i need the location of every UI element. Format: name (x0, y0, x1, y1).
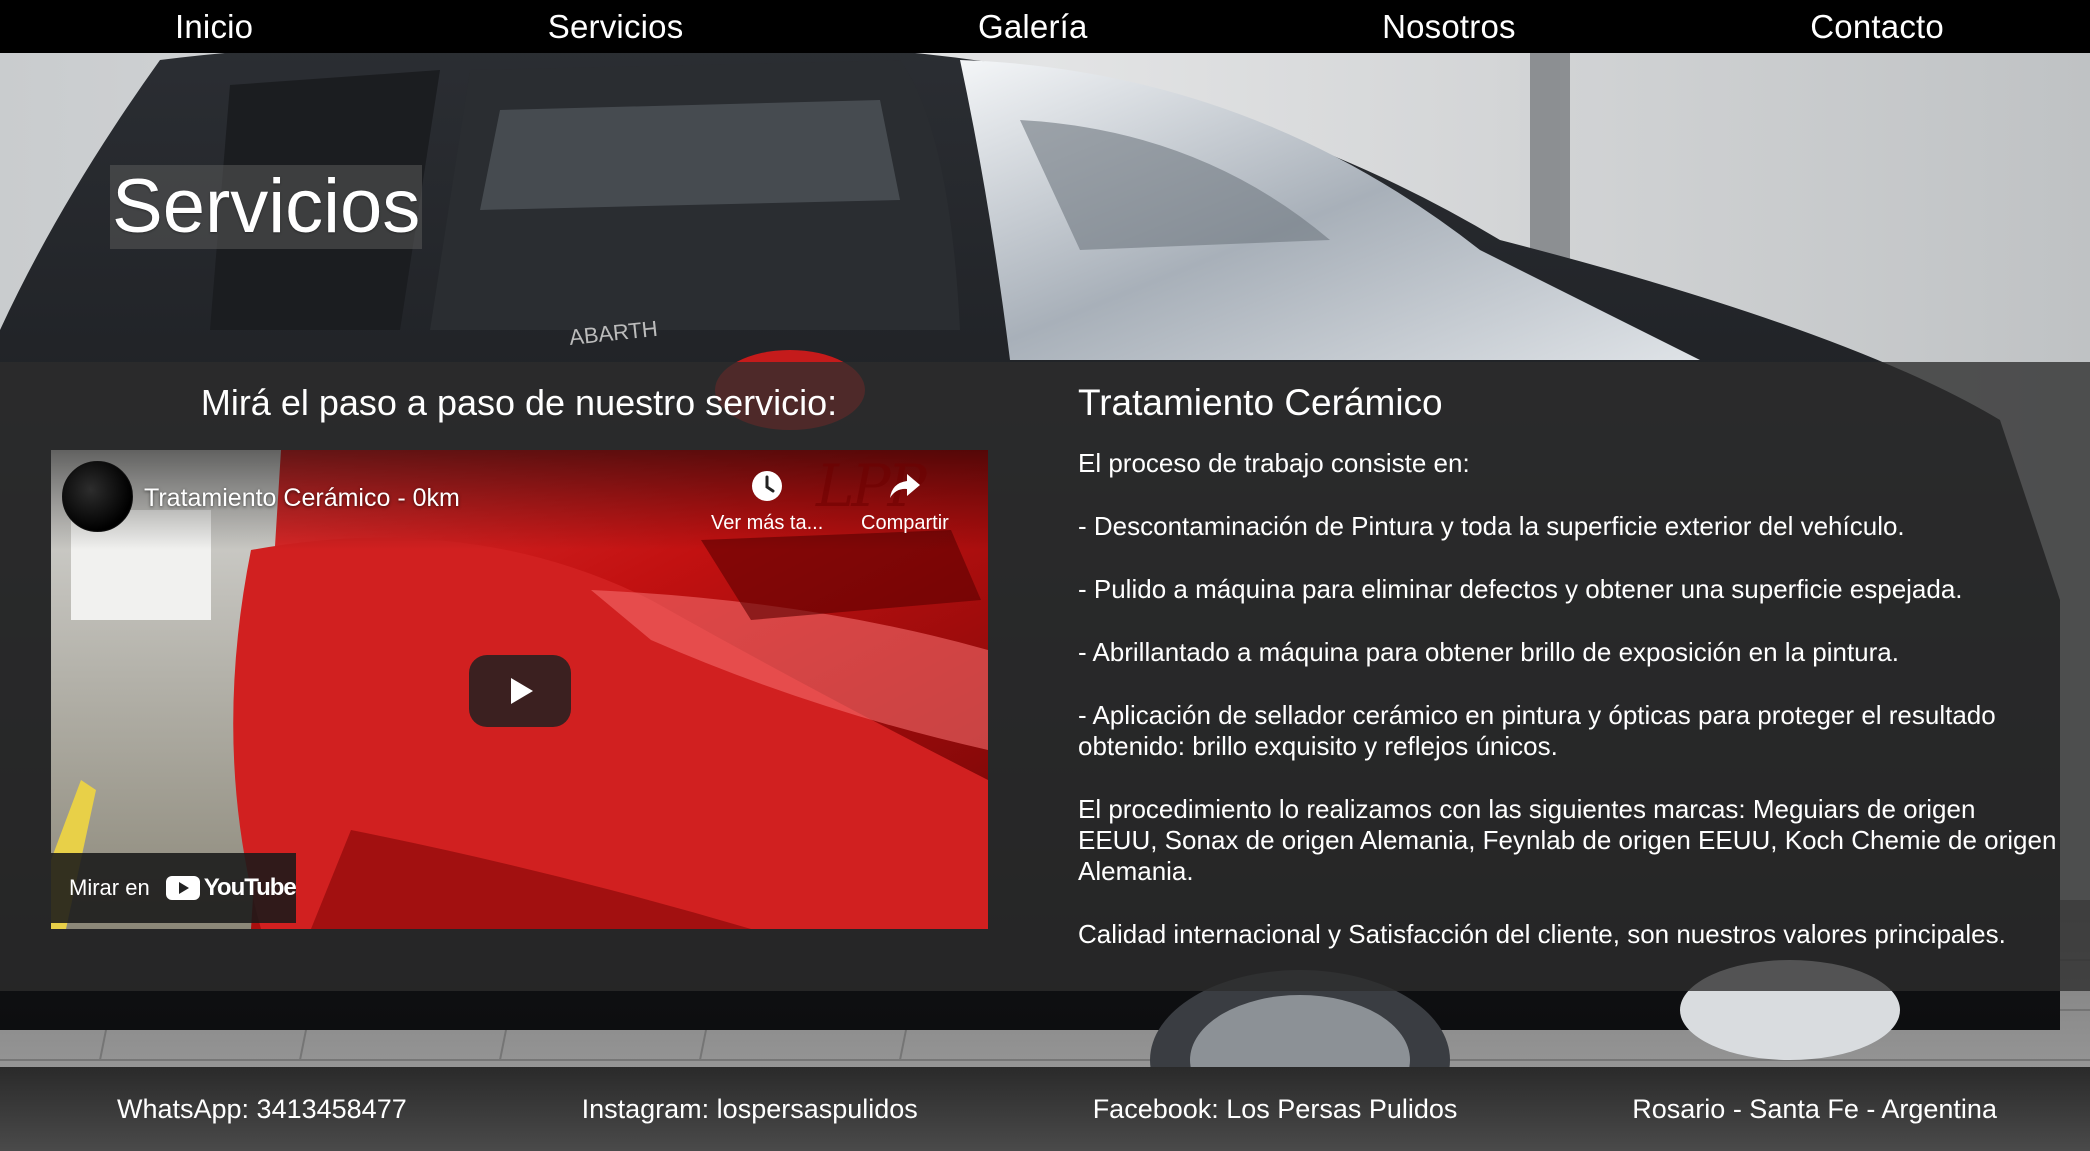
nav-link-galeria[interactable]: Galería (978, 8, 1088, 46)
nav-link-inicio[interactable]: Inicio (175, 8, 253, 46)
clock-icon (752, 471, 783, 501)
page-title: Servicios (110, 164, 423, 249)
nav-link-contacto[interactable]: Contacto (1810, 8, 1944, 46)
service-step: - Aplicación de sellador cerámico en pin… (1078, 700, 1996, 761)
footer-facebook[interactable]: Facebook: Los Persas Pulidos (1093, 1094, 1458, 1125)
service-intro: El proceso de trabajo consiste en: (1078, 448, 1470, 478)
video-title[interactable]: Tratamiento Cerámico - 0km (144, 484, 460, 513)
service-description: El proceso de trabajo consiste en: - Des… (1078, 448, 2058, 982)
youtube-logo-icon (165, 876, 200, 900)
footer-whatsapp[interactable]: WhatsApp: 3413458477 (117, 1094, 407, 1125)
share-icon (889, 474, 920, 498)
watch-on-label: Mirar en (69, 875, 150, 900)
play-icon (511, 678, 533, 704)
service-step: - Abrillantado a máquina para obtener br… (1078, 637, 1899, 667)
play-button[interactable] (469, 655, 571, 727)
footer: WhatsApp: 3413458477 Instagram: lospersa… (0, 1067, 2090, 1151)
service-closing: Calidad internacional y Satisfacción del… (1078, 919, 2006, 949)
share-button[interactable]: Compartir (861, 468, 949, 535)
youtube-logo: YouTube (165, 874, 297, 902)
youtube-wordmark: YouTube (203, 874, 297, 901)
youtube-video-embed[interactable]: Tratamiento Cerámico - 0km LPP Ver más t… (51, 450, 988, 929)
watch-later-button[interactable]: Ver más ta... (711, 468, 823, 535)
service-step: - Descontaminación de Pintura y toda la … (1078, 511, 1905, 541)
nav-link-servicios[interactable]: Servicios (548, 8, 684, 46)
service-step: - Pulido a máquina para eliminar defecto… (1078, 574, 1963, 604)
watch-on-youtube-button[interactable]: Mirar en YouTube (51, 853, 297, 923)
video-heading: Mirá el paso a paso de nuestro servicio: (200, 382, 838, 423)
channel-avatar[interactable] (62, 461, 133, 532)
share-label: Compartir (861, 512, 949, 534)
nav-link-nosotros[interactable]: Nosotros (1382, 8, 1516, 46)
watch-later-label: Ver más ta... (711, 512, 824, 534)
main-nav: Inicio Servicios Galería Nosotros Contac… (0, 0, 2090, 53)
footer-instagram[interactable]: Instagram: lospersaspulidos (582, 1094, 918, 1125)
footer-location: Rosario - Santa Fe - Argentina (1632, 1093, 1997, 1124)
service-brands: El procedimiento lo realizamos con las s… (1078, 794, 2057, 886)
service-title: Tratamiento Cerámico (1078, 382, 1443, 423)
